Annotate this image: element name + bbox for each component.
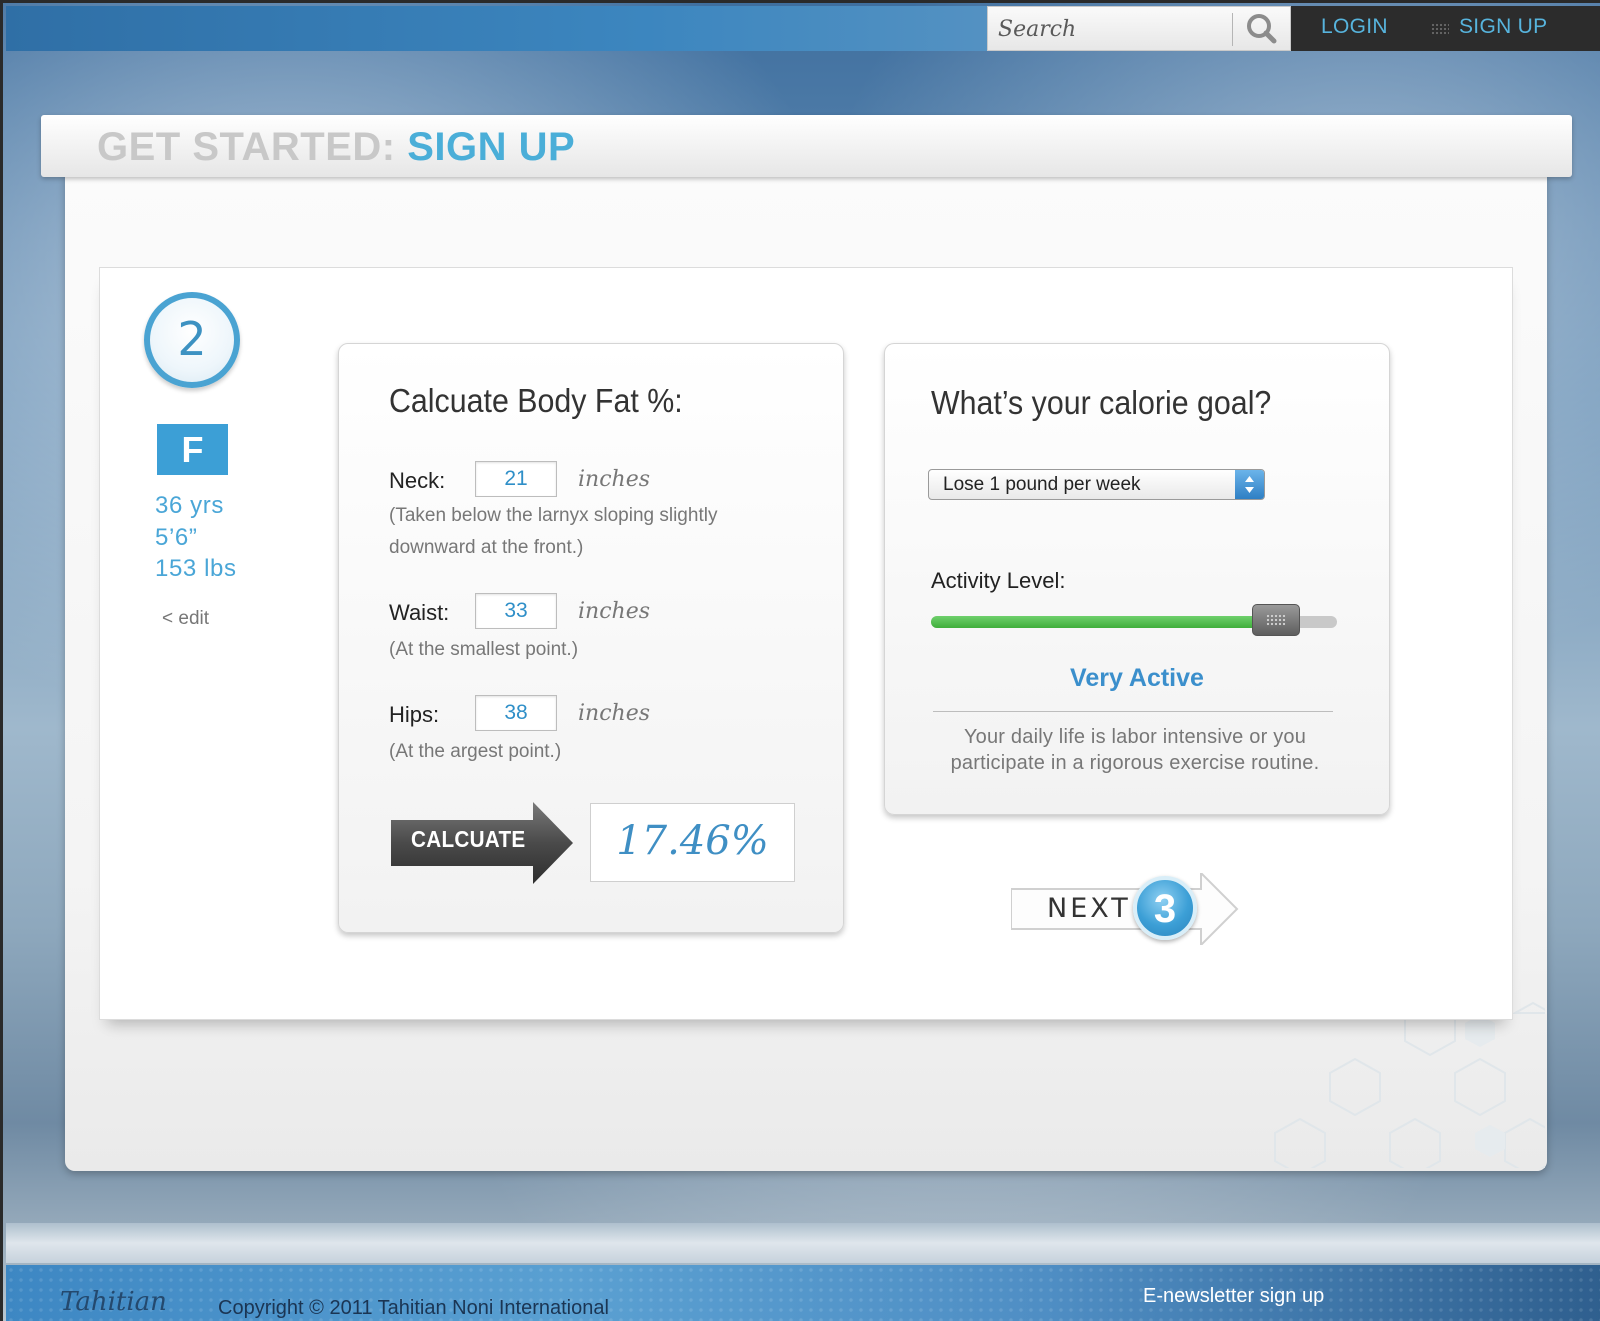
gender-badge: F [157, 424, 228, 475]
hips-unit: inches [578, 701, 651, 726]
page-background: LOGIN SIGN UP GET STARTED: SIGN UP [0, 0, 1600, 1321]
page-title-prefix: GET STARTED: [97, 125, 396, 169]
search-button[interactable] [1236, 10, 1288, 48]
select-arrows-icon [1235, 470, 1264, 499]
copyright-text: Copyright © 2011 Tahitian Noni Internati… [218, 1297, 609, 1319]
step-2-indicator: 2 [144, 292, 240, 388]
waist-hint: (At the smallest point.) [389, 639, 579, 660]
neck-hint-line1: (Taken below the larnyx sloping slightly [389, 505, 718, 526]
footer-shade [6, 1223, 1600, 1263]
search-input[interactable] [998, 13, 1218, 45]
neck-hint-line2: downward at the front.) [389, 537, 584, 558]
calorie-goal-select[interactable]: Lose 1 pound per week [928, 469, 1265, 500]
edit-profile-link[interactable]: < edit [162, 608, 209, 630]
waist-input[interactable] [475, 593, 557, 629]
footer: Tahitian Copyright © 2011 Tahitian Noni … [6, 1265, 1600, 1321]
hips-input[interactable] [475, 695, 557, 731]
neck-unit: inches [578, 467, 651, 492]
page-title-main: SIGN UP [407, 125, 576, 169]
step-number: 2 [177, 312, 207, 366]
calculate-button[interactable]: CALCUATE [391, 802, 573, 884]
calorie-goal-card: What’s your calorie goal? Lose 1 pound p… [884, 343, 1390, 815]
hips-hint: (At the argest point.) [389, 741, 562, 762]
activity-description-line2: participate in a rigorous exercise routi… [950, 752, 1320, 774]
activity-slider-fill [931, 616, 1277, 628]
activity-description: Your daily life is labor intensive or yo… [925, 724, 1345, 776]
body-fat-card: Calcuate Body Fat %: Neck: inches (Taken… [338, 343, 844, 933]
signup-step-box: 2 F 36 yrs 5’6” 153 lbs < edit Calcuate … [99, 267, 1513, 1020]
calculate-label: CALCUATE [411, 826, 526, 852]
calorie-goal-selected: Lose 1 pound per week [943, 474, 1141, 495]
signup-link[interactable]: SIGN UP [1459, 15, 1547, 39]
search-divider [1232, 13, 1233, 46]
next-label: NEXT [1047, 893, 1131, 924]
nav-separator-icon [1431, 23, 1449, 35]
step-3-indicator: 3 [1133, 876, 1197, 940]
hips-label: Hips: [389, 702, 440, 727]
footer-logo: Tahitian [60, 1287, 167, 1317]
waist-unit: inches [578, 599, 651, 624]
activity-divider [933, 711, 1333, 712]
newsletter-signup-link[interactable]: E-newsletter sign up [1143, 1285, 1324, 1308]
profile-weight: 153 lbs [155, 555, 237, 582]
neck-input[interactable] [475, 461, 557, 497]
calorie-goal-title: What’s your calorie goal? [931, 384, 1272, 421]
page-title: GET STARTED: SIGN UP [97, 125, 575, 170]
top-nav: LOGIN SIGN UP [1291, 6, 1600, 51]
profile-height: 5’6” [155, 524, 198, 551]
login-link[interactable]: LOGIN [1321, 15, 1388, 39]
activity-slider-handle[interactable] [1252, 604, 1301, 636]
neck-label: Neck: [389, 468, 446, 493]
next-step-number: 3 [1153, 887, 1177, 931]
activity-description-line1: Your daily life is labor intensive or yo… [963, 726, 1307, 748]
waist-label: Waist: [389, 600, 450, 625]
next-step-button[interactable]: NEXT 3 [1011, 873, 1241, 945]
page-header: GET STARTED: SIGN UP [41, 115, 1572, 177]
body-fat-title: Calcuate Body Fat %: [389, 382, 683, 419]
search-box [987, 6, 1291, 51]
profile-age: 36 yrs [155, 492, 224, 519]
activity-level-label: Activity Level: [931, 568, 1066, 593]
search-icon [1247, 13, 1277, 43]
activity-level-name: Very Active [1070, 664, 1204, 692]
body-fat-result-value: 17.46% [616, 818, 769, 864]
body-fat-result: 17.46% [590, 803, 795, 882]
